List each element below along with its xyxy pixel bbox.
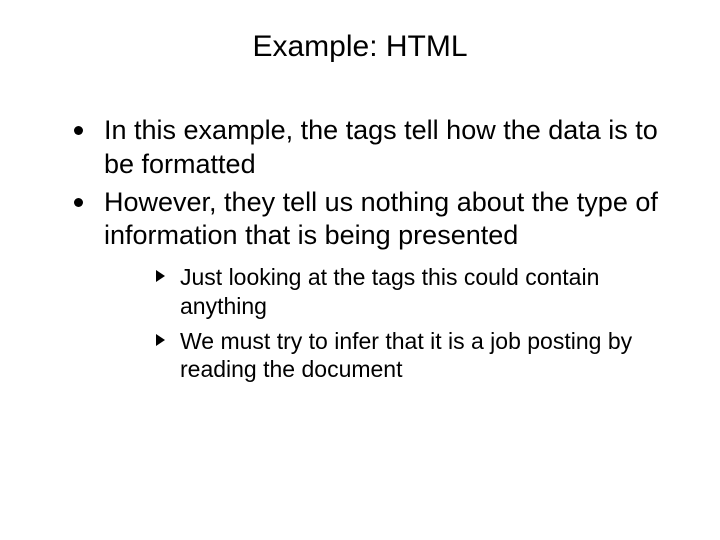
bullet-list: In this example, the tags tell how the d…: [40, 114, 680, 384]
sub-bullet-list: Just looking at the tags this could cont…: [104, 263, 680, 384]
bullet-item: However, they tell us nothing about the …: [80, 186, 680, 385]
bullet-item: In this example, the tags tell how the d…: [80, 114, 680, 182]
bullet-text: However, they tell us nothing about the …: [104, 187, 658, 251]
slide: Example: HTML In this example, the tags …: [0, 0, 720, 540]
slide-title: Example: HTML: [40, 30, 680, 64]
sub-bullet-item: Just looking at the tags this could cont…: [160, 263, 680, 321]
sub-bullet-item: We must try to infer that it is a job po…: [160, 327, 680, 385]
